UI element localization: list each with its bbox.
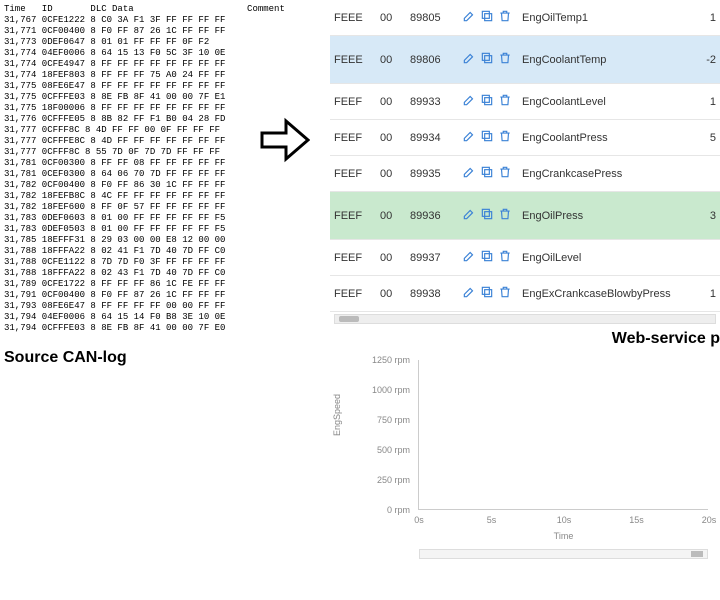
cell-value: 5: [702, 132, 716, 144]
table-row[interactable]: FEEF0089938 EngExCrankcaseBlowbyPress1: [330, 276, 720, 312]
time-slider[interactable]: [419, 549, 708, 559]
chart-plot-area: Time 0s5s10s15s20s: [418, 360, 708, 510]
engspeed-chart: EngSpeed Time 0s5s10s15s20s 0 rpm250 rpm…: [330, 356, 720, 566]
cell-dlc: 00: [380, 96, 410, 108]
copy-icon[interactable]: [480, 207, 494, 224]
edit-icon[interactable]: [462, 51, 476, 68]
edit-icon[interactable]: [462, 165, 476, 182]
trash-icon[interactable]: [498, 9, 512, 26]
cell-dlc: 00: [380, 12, 410, 24]
chart-x-axis-label: Time: [419, 531, 708, 541]
cell-dlc: 00: [380, 168, 410, 180]
trash-icon[interactable]: [498, 249, 512, 266]
edit-icon[interactable]: [462, 129, 476, 146]
chart-y-tick: 1000 rpm: [370, 385, 410, 395]
table-row[interactable]: FEEF0089935 EngCrankcasePress: [330, 156, 720, 192]
chart-x-tick: 10s: [544, 515, 584, 525]
chart-y-tick: 1250 rpm: [370, 355, 410, 365]
edit-icon[interactable]: [462, 207, 476, 224]
cell-id: 89938: [410, 288, 462, 300]
cell-pgn: FEEF: [334, 168, 380, 180]
table-h-scrollbar[interactable]: [334, 314, 716, 324]
caption-web-service: Web-service p: [330, 330, 720, 348]
cell-pgn: FEEF: [334, 252, 380, 264]
cell-signal-name: EngCoolantLevel: [522, 96, 702, 108]
arrow-icon: [260, 115, 310, 165]
copy-icon[interactable]: [480, 249, 494, 266]
cell-signal-name: EngOilTemp1: [522, 12, 702, 24]
cell-value: 1: [702, 96, 716, 108]
signal-table: FEEE0089805EngOilTemp11FEEE0089806EngCoo…: [330, 0, 720, 312]
cell-pgn: FEEE: [334, 12, 380, 24]
chart-y-tick: 0 rpm: [370, 505, 410, 515]
cell-id: 89806: [410, 54, 462, 66]
cell-value: 3: [702, 210, 716, 222]
cell-dlc: 00: [380, 210, 410, 222]
edit-icon[interactable]: [462, 249, 476, 266]
chart-y-axis-label: EngSpeed: [332, 394, 342, 436]
copy-icon[interactable]: [480, 9, 494, 26]
cell-value: 1: [702, 288, 716, 300]
cell-value: -2: [702, 54, 716, 66]
caption-source-canlog: Source CAN-log: [4, 349, 316, 367]
table-row[interactable]: FEEF0089933 EngCoolantLevel1: [330, 84, 720, 120]
trash-icon[interactable]: [498, 51, 512, 68]
edit-icon[interactable]: [462, 285, 476, 302]
cell-value: 1: [702, 12, 716, 24]
cell-dlc: 00: [380, 132, 410, 144]
table-row[interactable]: FEEE0089805 EngOilTemp11: [330, 0, 720, 36]
cell-id: 89805: [410, 12, 462, 24]
cell-signal-name: EngExCrankcaseBlowbyPress: [522, 288, 702, 300]
cell-signal-name: EngOilLevel: [522, 252, 702, 264]
cell-signal-name: EngCoolantPress: [522, 132, 702, 144]
cell-pgn: FEEF: [334, 132, 380, 144]
edit-icon[interactable]: [462, 93, 476, 110]
cell-id: 89937: [410, 252, 462, 264]
cell-dlc: 00: [380, 288, 410, 300]
cell-pgn: FEEF: [334, 210, 380, 222]
cell-dlc: 00: [380, 54, 410, 66]
cell-pgn: FEEF: [334, 288, 380, 300]
cell-pgn: FEEE: [334, 54, 380, 66]
canlog-text: Time ID DLC Data Comment 31,767 0CFE1222…: [4, 4, 316, 339]
web-service-pane: FEEE0089805EngOilTemp11FEEE0089806EngCoo…: [330, 0, 720, 600]
cell-id: 89936: [410, 210, 462, 222]
chart-y-tick: 750 rpm: [370, 415, 410, 425]
cell-signal-name: EngCoolantTemp: [522, 54, 702, 66]
chart-x-tick: 5s: [472, 515, 512, 525]
copy-icon[interactable]: [480, 165, 494, 182]
trash-icon[interactable]: [498, 165, 512, 182]
cell-id: 89933: [410, 96, 462, 108]
copy-icon[interactable]: [480, 285, 494, 302]
trash-icon[interactable]: [498, 93, 512, 110]
copy-icon[interactable]: [480, 129, 494, 146]
source-canlog-pane: Time ID DLC Data Comment 31,767 0CFE1222…: [0, 0, 320, 600]
copy-icon[interactable]: [480, 93, 494, 110]
trash-icon[interactable]: [498, 285, 512, 302]
chart-x-tick: 0s: [399, 515, 439, 525]
copy-icon[interactable]: [480, 51, 494, 68]
chart-y-tick: 500 rpm: [370, 445, 410, 455]
cell-id: 89935: [410, 168, 462, 180]
chart-y-tick: 250 rpm: [370, 475, 410, 485]
trash-icon[interactable]: [498, 129, 512, 146]
table-row[interactable]: FEEE0089806 EngCoolantTemp-2: [330, 36, 720, 84]
chart-x-tick: 20s: [689, 515, 720, 525]
table-row[interactable]: FEEF0089937 EngOilLevel: [330, 240, 720, 276]
cell-signal-name: EngCrankcasePress: [522, 168, 702, 180]
table-row[interactable]: FEEF0089936 EngOilPress3: [330, 192, 720, 240]
chart-x-tick: 15s: [617, 515, 657, 525]
cell-pgn: FEEF: [334, 96, 380, 108]
table-row[interactable]: FEEF0089934 EngCoolantPress5: [330, 120, 720, 156]
trash-icon[interactable]: [498, 207, 512, 224]
cell-id: 89934: [410, 132, 462, 144]
cell-dlc: 00: [380, 252, 410, 264]
cell-signal-name: EngOilPress: [522, 210, 702, 222]
edit-icon[interactable]: [462, 9, 476, 26]
